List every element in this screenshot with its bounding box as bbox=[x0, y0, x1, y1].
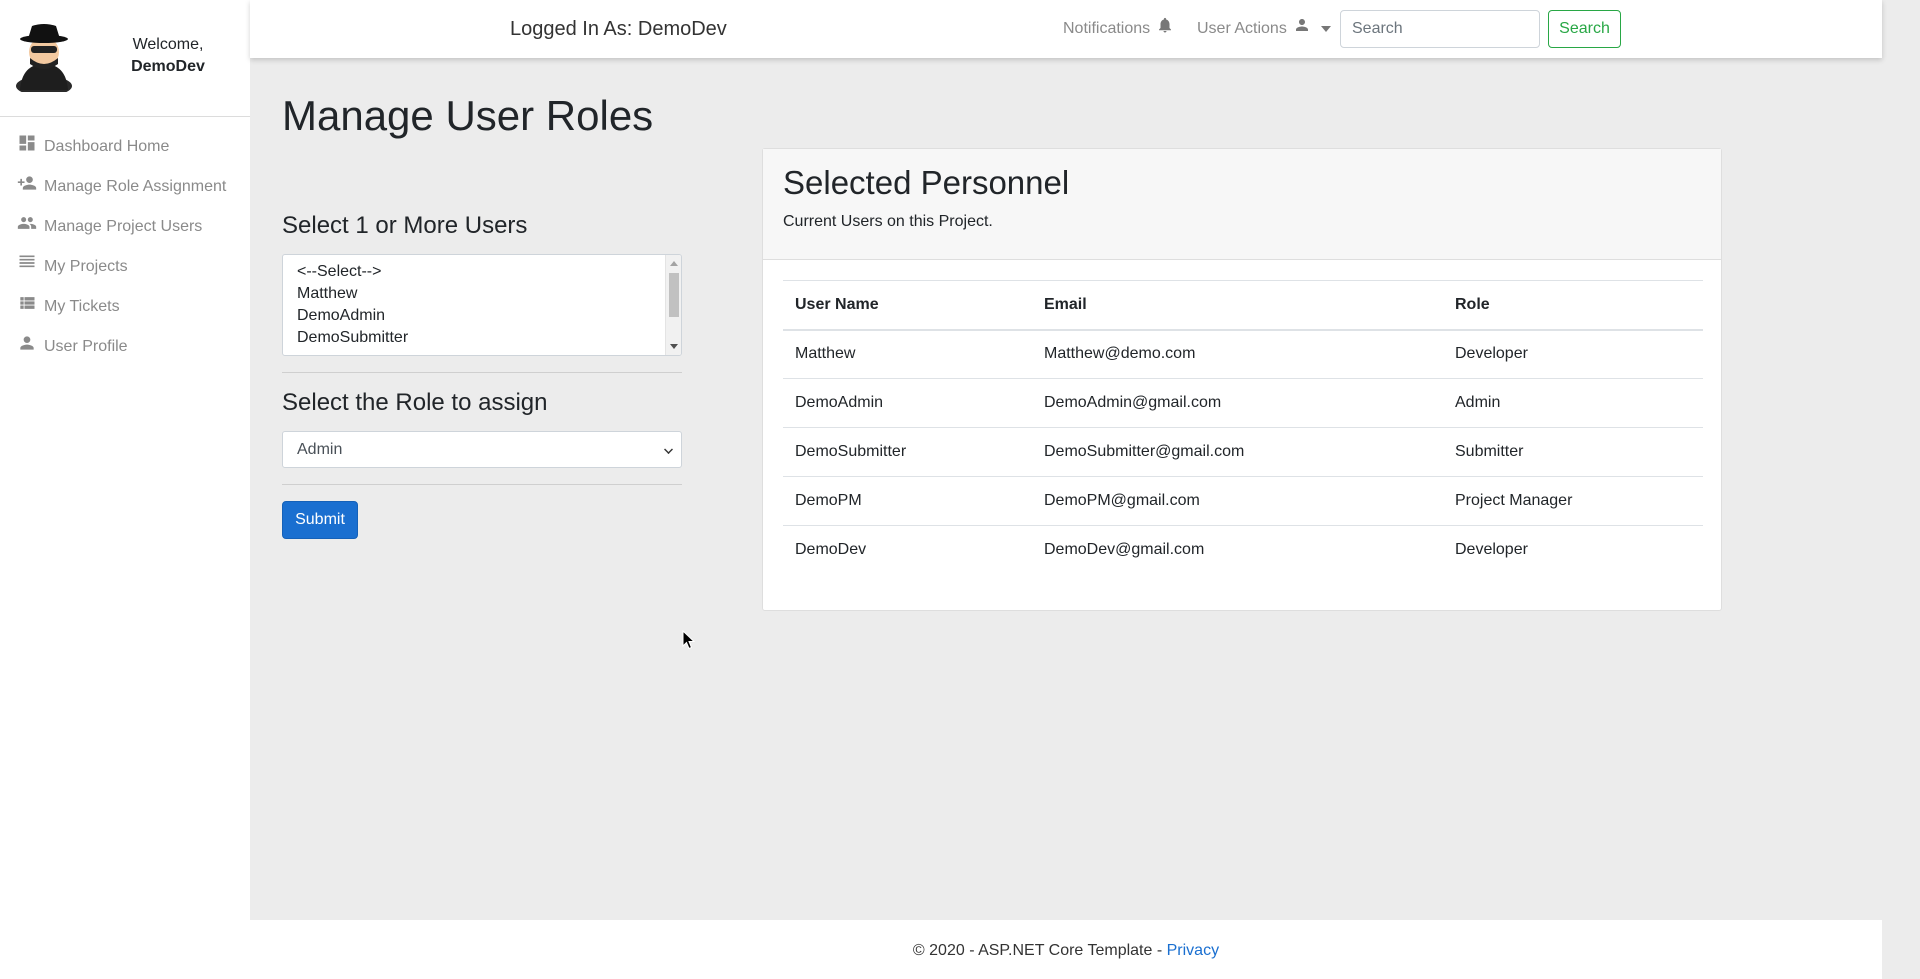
user-actions-menu[interactable]: User Actions bbox=[1197, 19, 1331, 38]
welcome-message: Welcome, DemoDev bbox=[108, 34, 228, 78]
welcome-text: Welcome, bbox=[132, 36, 204, 53]
cell-email: DemoSubmitter@gmail.com bbox=[1032, 427, 1443, 477]
sidebar-item-label: User Profile bbox=[44, 338, 128, 355]
notifications-label: Notifications bbox=[1063, 20, 1151, 37]
cell-email: DemoDev@gmail.com bbox=[1044, 541, 1205, 559]
listbox-scrollbar[interactable] bbox=[665, 255, 681, 355]
cell-role: Developer bbox=[1455, 541, 1528, 559]
role-select-value: Admin bbox=[297, 441, 343, 458]
sidebar-nav: Dashboard Home Manage Role Assignment Ma… bbox=[0, 117, 250, 367]
assign-role-form: Select 1 or More Users <--Select--> Matt… bbox=[282, 212, 682, 539]
sidebar-item-label: Dashboard Home bbox=[44, 138, 170, 155]
welcome-username: DemoDev bbox=[131, 58, 205, 75]
card-header: Selected Personnel Current Users on this… bbox=[763, 149, 1721, 260]
divider bbox=[282, 372, 682, 373]
sidebar-item-label: Manage Role Assignment bbox=[44, 178, 227, 195]
cell-email: Matthew@demo.com bbox=[1032, 329, 1443, 379]
page-title: Manage User Roles bbox=[282, 92, 654, 139]
scroll-up-arrow-icon[interactable] bbox=[670, 261, 678, 266]
scroll-down-arrow-icon[interactable] bbox=[670, 344, 678, 349]
sidebar-item-label: My Tickets bbox=[44, 298, 120, 315]
people-icon bbox=[16, 213, 38, 235]
cell-email: DemoPM@gmail.com bbox=[1032, 476, 1443, 526]
cell-username: DemoAdmin bbox=[783, 378, 1032, 428]
list-icon bbox=[16, 253, 38, 275]
table-row: DemoDev DemoDev@gmail.com Developer bbox=[783, 526, 1703, 575]
person-icon bbox=[1295, 19, 1308, 31]
personnel-table: User Name Email Role Matthew Matthew@dem… bbox=[783, 280, 1703, 575]
cell-role: Submitter bbox=[1443, 427, 1703, 477]
sidebar-item-dashboard-home[interactable]: Dashboard Home bbox=[0, 127, 250, 167]
top-navbar: Logged In As: DemoDev Notifications User… bbox=[250, 0, 1882, 58]
avatar bbox=[16, 24, 72, 92]
table-row: DemoSubmitter DemoSubmitter@gmail.com Su… bbox=[783, 427, 1703, 477]
table-header-row: User Name Email Role bbox=[783, 280, 1703, 331]
card-subtitle: Current Users on this Project. bbox=[783, 213, 993, 230]
footer: © 2020 - ASP.NET Core Template - Privacy bbox=[250, 920, 1882, 979]
column-header-username: User Name bbox=[783, 280, 1032, 331]
notifications-menu[interactable]: Notifications bbox=[1063, 17, 1174, 38]
table-row: Matthew Matthew@demo.com Developer bbox=[783, 329, 1703, 379]
card-body: User Name Email Role Matthew Matthew@dem… bbox=[763, 260, 1721, 595]
sidebar: Welcome, DemoDev Dashboard Home Manage R… bbox=[0, 0, 250, 979]
user-option[interactable]: Matthew bbox=[297, 283, 681, 305]
cell-role: Admin bbox=[1443, 378, 1703, 428]
cell-email: DemoAdmin@gmail.com bbox=[1032, 378, 1443, 428]
submit-button[interactable]: Submit bbox=[282, 501, 358, 539]
sidebar-header: Welcome, DemoDev bbox=[0, 0, 250, 117]
role-select[interactable]: Admin bbox=[282, 431, 682, 468]
sidebar-item-my-tickets[interactable]: My Tickets bbox=[0, 287, 250, 327]
column-header-email: Email bbox=[1032, 280, 1443, 331]
selected-personnel-card: Selected Personnel Current Users on this… bbox=[762, 148, 1722, 611]
sidebar-item-manage-project-users[interactable]: Manage Project Users bbox=[0, 207, 250, 247]
person-icon bbox=[16, 333, 38, 355]
divider bbox=[282, 484, 682, 485]
chevron-down-icon bbox=[664, 445, 673, 454]
sidebar-item-label: My Projects bbox=[44, 258, 128, 275]
table-row: DemoPM DemoPM@gmail.com Project Manager bbox=[783, 476, 1703, 526]
dashboard-icon bbox=[16, 133, 38, 155]
sidebar-item-label: Manage Project Users bbox=[44, 218, 203, 235]
select-users-label: Select 1 or More Users bbox=[282, 212, 528, 239]
column-header-role: Role bbox=[1443, 280, 1703, 331]
table-row: DemoAdmin DemoAdmin@gmail.com Admin bbox=[783, 378, 1703, 428]
user-option[interactable]: DemoSubmitter bbox=[297, 327, 681, 349]
caret-down-icon bbox=[1320, 26, 1331, 32]
user-option[interactable]: DemoAdmin bbox=[297, 305, 681, 327]
sidebar-item-user-profile[interactable]: User Profile bbox=[0, 327, 250, 367]
search-input[interactable] bbox=[1340, 10, 1540, 48]
cell-username: DemoPM bbox=[783, 476, 1032, 526]
mouse-cursor-icon bbox=[682, 630, 696, 650]
users-multiselect[interactable]: <--Select--> Matthew DemoAdmin DemoSubmi… bbox=[282, 254, 682, 356]
cell-username: DemoSubmitter bbox=[783, 427, 1032, 477]
person-add-icon bbox=[16, 173, 38, 195]
sidebar-item-my-projects[interactable]: My Projects bbox=[0, 247, 250, 287]
privacy-link[interactable]: Privacy bbox=[1167, 942, 1219, 959]
footer-text: © 2020 - ASP.NET Core Template - bbox=[912, 942, 1167, 959]
role-label: Select the Role to assign bbox=[282, 389, 548, 416]
scroll-thumb[interactable] bbox=[669, 273, 679, 317]
list-view-icon bbox=[16, 293, 38, 315]
bell-icon bbox=[1159, 17, 1172, 33]
logged-in-text: Logged In As: DemoDev bbox=[510, 18, 727, 40]
search-button[interactable]: Search bbox=[1548, 10, 1621, 48]
user-option[interactable]: <--Select--> bbox=[297, 261, 681, 283]
sidebar-item-manage-role-assignment[interactable]: Manage Role Assignment bbox=[0, 167, 250, 207]
cell-role: Project Manager bbox=[1443, 476, 1703, 526]
cell-username: DemoDev bbox=[795, 541, 867, 559]
user-actions-label: User Actions bbox=[1197, 20, 1287, 37]
cell-username: Matthew bbox=[783, 329, 1032, 379]
cell-role: Developer bbox=[1443, 329, 1703, 379]
card-title: Selected Personnel bbox=[783, 164, 1070, 201]
